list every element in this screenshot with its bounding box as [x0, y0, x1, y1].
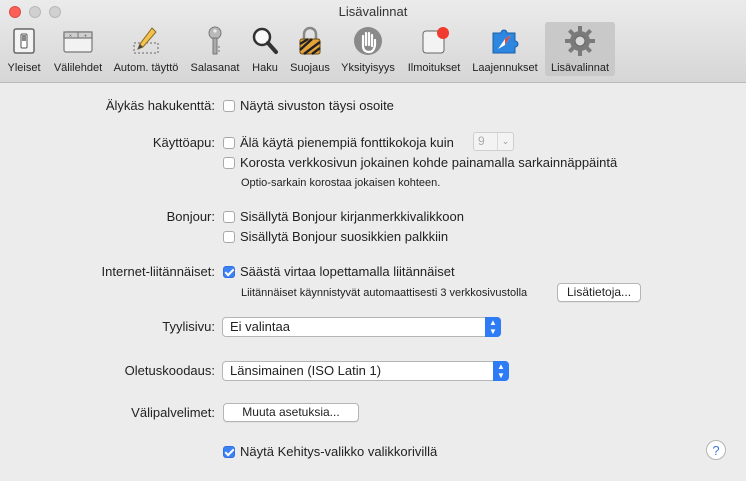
lock-icon — [299, 26, 321, 55]
magnifier-icon — [252, 27, 278, 54]
tab-search[interactable]: Haku — [246, 22, 284, 76]
more-info-button[interactable]: Lisätietoja... — [557, 283, 642, 302]
bonjour-favorites-checkbox[interactable] — [223, 231, 235, 243]
bonjour-bookmarks-label[interactable]: Sisällytä Bonjour kirjanmerkkivalikkoon — [240, 209, 464, 224]
min-font-checkbox[interactable] — [223, 137, 235, 149]
tab-highlight-checkbox[interactable] — [223, 157, 235, 169]
plugins-info: Liitännäiset käynnistyvät automaattisest… — [241, 287, 528, 299]
svg-text:×: × — [69, 34, 72, 40]
tab-label: Laajennukset — [472, 62, 538, 74]
tab-tabs[interactable]: × + Välilehdet — [48, 22, 108, 76]
updown-arrows-icon: ▲ ▼ — [485, 317, 501, 337]
develop-menu-checkbox[interactable] — [223, 446, 235, 458]
tab-label: Lisävalinnat — [550, 62, 610, 74]
min-font-size-select[interactable]: 9 ⌄ — [473, 132, 514, 151]
hand-icon — [354, 27, 382, 55]
tab-notifications[interactable]: Ilmoitukset — [402, 22, 466, 76]
show-full-address-checkbox[interactable] — [223, 100, 235, 112]
key-icon — [208, 26, 222, 55]
tab-label: Välilehdet — [53, 62, 103, 74]
tab-label: Ilmoitukset — [407, 62, 461, 74]
tab-security[interactable]: Suojaus — [286, 22, 334, 76]
stylesheet-label: Tyylisivu: — [162, 319, 215, 334]
tab-label: Suojaus — [290, 62, 330, 74]
tab-label: Yksityisyys — [341, 62, 395, 74]
tab-advanced[interactable]: Lisävalinnat — [545, 22, 615, 76]
tab-highlight-label[interactable]: Korosta verkkosivun jokainen kohde paina… — [240, 155, 617, 170]
window-title: Lisävalinnat — [338, 4, 408, 19]
toolbar: Lisävalinnat Yleiset × + Välilehdet Auto… — [0, 0, 746, 83]
develop-menu-label[interactable]: Näytä Kehitys-valikko valikkorivillä — [240, 444, 437, 459]
save-power-label[interactable]: Säästä virtaa lopettamalla liitännäiset — [240, 264, 455, 279]
proxies-label: Välipalvelimet: — [131, 405, 215, 420]
plugins-label: Internet-liitännäiset: — [101, 264, 215, 279]
encoding-value: Länsimainen (ISO Latin 1) — [230, 363, 382, 378]
tab-autofill[interactable]: Autom. täyttö — [108, 22, 184, 76]
tabs-icon: × + — [63, 31, 93, 53]
tab-privacy[interactable]: Yksityisyys — [336, 22, 400, 76]
stylesheet-select[interactable]: Ei valintaa ▲ ▼ — [222, 317, 501, 337]
min-font-label[interactable]: Älä käytä pienempiä fonttikokoja kuin — [240, 135, 454, 150]
bonjour-label: Bonjour: — [166, 209, 215, 224]
save-power-checkbox[interactable] — [223, 266, 235, 278]
updown-arrows-icon: ▲ ▼ — [493, 361, 509, 381]
help-button[interactable]: ? — [706, 440, 726, 460]
gear-icon — [565, 26, 595, 56]
general-switch-icon — [13, 28, 35, 54]
tab-label: Autom. täyttö — [113, 62, 179, 74]
tab-general[interactable]: Yleiset — [2, 22, 46, 76]
show-full-address-label[interactable]: Näytä sivuston täysi osoite — [240, 98, 394, 113]
encoding-label: Oletuskoodaus: — [124, 363, 215, 378]
tab-label: Yleiset — [7, 62, 41, 74]
min-font-size-value: 9 — [478, 134, 485, 148]
change-settings-button[interactable]: Muuta asetuksia... — [223, 403, 359, 422]
stylesheet-value: Ei valintaa — [230, 319, 290, 334]
smart-search-label: Älykäs hakukenttä: — [105, 98, 215, 113]
accessibility-label: Käyttöapu: — [152, 135, 215, 150]
tab-extensions[interactable]: Laajennukset — [468, 22, 542, 76]
bonjour-bookmarks-checkbox[interactable] — [223, 211, 235, 223]
autofill-pencil-icon — [133, 27, 159, 54]
tab-label: Salasanat — [190, 62, 240, 74]
tab-passwords[interactable]: Salasanat — [186, 22, 244, 76]
notification-icon — [422, 27, 449, 54]
encoding-select[interactable]: Länsimainen (ISO Latin 1) ▲ ▼ — [222, 361, 509, 381]
tab-label: Haku — [252, 62, 278, 74]
svg-text:+: + — [84, 34, 87, 40]
extensions-compass-icon — [492, 29, 519, 54]
chevron-down-icon: ⌄ — [497, 133, 513, 150]
preferences-window: Lisävalinnat Yleiset × + Välilehdet Auto… — [0, 0, 746, 481]
bonjour-favorites-label[interactable]: Sisällytä Bonjour suosikkien palkkiin — [240, 229, 448, 244]
tab-highlight-hint: Optio-sarkain korostaa jokaisen kohteen. — [241, 177, 441, 189]
